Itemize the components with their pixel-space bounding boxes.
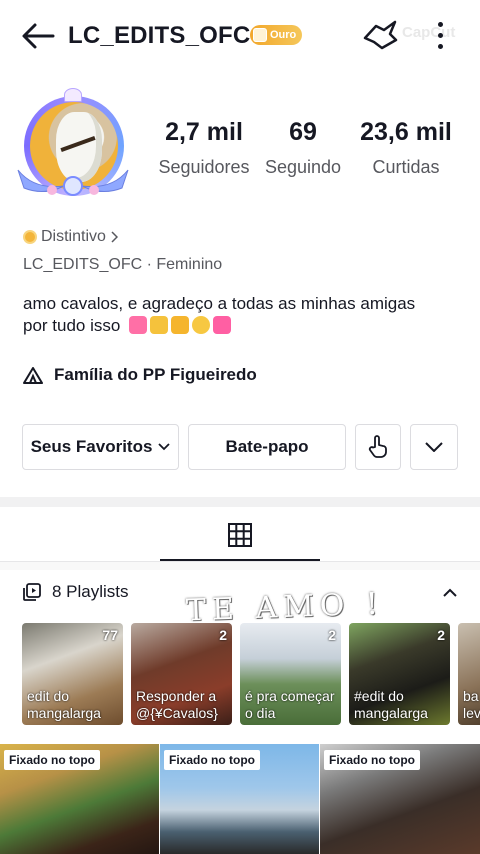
- heart-gift-icon: [129, 316, 148, 334]
- bio-line-2-text: por tudo isso: [23, 316, 121, 335]
- playlist-card[interactable]: 2 Responder a @{¥Cavalos}: [131, 623, 232, 725]
- profile-bio: amo cavalos, e agradeço a todas as minha…: [23, 293, 463, 337]
- favorites-button[interactable]: Seus Favoritos: [22, 424, 179, 470]
- playlist-title: edit do mangalarga: [27, 688, 121, 722]
- collapse-playlists-button[interactable]: [438, 580, 462, 604]
- video-thumbnail[interactable]: Fixado no topo: [160, 744, 319, 854]
- playlist-title-text: ba lev: [463, 688, 480, 721]
- badge-coin-icon: [253, 28, 267, 42]
- playlist-card[interactable]: 2 é pra começar o dia: [240, 623, 341, 725]
- video-thumbnail[interactable]: Fixado no topo: [320, 744, 480, 854]
- profile-stats: 2,7 mil Seguidores 69 Seguindo 23,6 mil …: [148, 118, 468, 188]
- back-button[interactable]: [20, 18, 56, 54]
- more-options-button[interactable]: [428, 18, 452, 52]
- favorites-label: Seus Favoritos: [30, 437, 153, 456]
- playlist-card[interactable]: ba lev: [458, 623, 480, 725]
- following-stat[interactable]: 69 Seguindo: [262, 118, 344, 178]
- chevron-right-icon: [111, 231, 118, 243]
- playlist-title: #edit do mangalarga: [354, 688, 448, 722]
- followers-count: 2,7 mil: [165, 118, 243, 146]
- playlist-video-count: 2: [437, 627, 445, 643]
- followers-stat[interactable]: 2,7 mil Seguidores: [152, 118, 256, 178]
- chat-label: Bate-papo: [225, 437, 309, 456]
- wings-decoration-icon: [17, 169, 129, 196]
- playlist-title: ba lev: [463, 688, 480, 722]
- sparkling-heart-icon: [213, 316, 232, 334]
- fist-bump-icon: [150, 316, 169, 334]
- distintivo-label: Distintivo: [41, 228, 106, 245]
- arrow-left-icon: [22, 23, 55, 49]
- content-tabs: [0, 508, 480, 562]
- tent-icon: [23, 367, 43, 384]
- chevron-up-icon: [443, 588, 457, 597]
- hugging-face-icon: [192, 316, 211, 334]
- distintivo-badge-icon: [23, 230, 37, 244]
- bio-line-1: amo cavalos, e agradeço a todas as minha…: [23, 294, 416, 313]
- family-link[interactable]: Família do PP Figueiredo: [22, 362, 257, 388]
- likes-stat[interactable]: 23,6 mil Curtidas: [352, 118, 460, 178]
- badge-label: Ouro: [270, 29, 297, 41]
- hand-pointer-icon: [368, 435, 387, 458]
- ouro-badge[interactable]: Ouro: [250, 25, 303, 45]
- grid-icon: [228, 523, 252, 547]
- dot-icon: [437, 21, 443, 27]
- playlist-icon: [23, 583, 41, 601]
- likes-count: 23,6 mil: [360, 118, 452, 146]
- playlists-row: 77 edit do mangalarga 2 Responder a @{¥C…: [22, 623, 480, 725]
- profile-username: LC_EDITS_OFC: [68, 22, 251, 49]
- top-bar: LC_EDITS_OFC Ouro CapCut: [0, 0, 480, 72]
- chevron-down-icon: [425, 442, 443, 452]
- distintivo-link[interactable]: Distintivo: [23, 228, 118, 246]
- share-profile-button[interactable]: [355, 424, 401, 470]
- bio-line-2: por tudo isso: [23, 315, 463, 337]
- dot-icon: [437, 43, 443, 49]
- family-label: Família do PP Figueiredo: [54, 365, 257, 384]
- playlists-count-label: 8 Playlists: [52, 582, 129, 601]
- chevron-down-icon: [158, 443, 171, 451]
- pinned-badge: Fixado no topo: [164, 750, 260, 770]
- playlist-title: é pra começar o dia: [245, 688, 339, 722]
- playlist-video-count: 77: [102, 627, 118, 643]
- fist-bump-icon: [171, 316, 190, 334]
- playlist-card[interactable]: 77 edit do mangalarga: [22, 623, 123, 725]
- playlist-video-count: 2: [219, 627, 227, 643]
- playlist-title-text: Responder a @{¥Cavalos}: [136, 688, 218, 721]
- avatar[interactable]: [14, 88, 132, 208]
- tab-videos[interactable]: [160, 508, 320, 562]
- playlist-title: Responder a @{¥Cavalos}: [136, 688, 230, 722]
- user-info-line: LC_EDITS_OFC · Feminino: [23, 256, 223, 273]
- active-tab-indicator: [160, 559, 320, 561]
- playlist-title-text: edit do mangalarga: [27, 688, 101, 721]
- capcut-logo-icon: [363, 20, 398, 50]
- followers-label: Seguidores: [158, 157, 250, 177]
- following-count: 69: [289, 118, 317, 146]
- playlist-video-count: 2: [328, 627, 336, 643]
- expand-suggestions-button[interactable]: [410, 424, 458, 470]
- following-label: Seguindo: [264, 157, 342, 177]
- pinned-badge: Fixado no topo: [4, 750, 100, 770]
- avatar-decoration-icon: [64, 88, 82, 102]
- video-grid: Fixado no topo Fixado no topo Fixado no …: [0, 744, 480, 854]
- pinned-badge: Fixado no topo: [324, 750, 420, 770]
- chat-button[interactable]: Bate-papo: [188, 424, 346, 470]
- bio-emojis: [129, 316, 232, 334]
- video-thumbnail[interactable]: Fixado no topo: [0, 744, 159, 854]
- section-divider: [0, 497, 480, 507]
- section-divider: [0, 562, 480, 570]
- likes-label: Curtidas: [372, 157, 440, 177]
- playlist-card[interactable]: 2 #edit do mangalarga: [349, 623, 450, 725]
- playlist-title-text: #edit do mangalarga: [354, 688, 428, 721]
- dot-icon: [437, 32, 443, 38]
- playlist-title-text: é pra começar o dia: [245, 688, 335, 721]
